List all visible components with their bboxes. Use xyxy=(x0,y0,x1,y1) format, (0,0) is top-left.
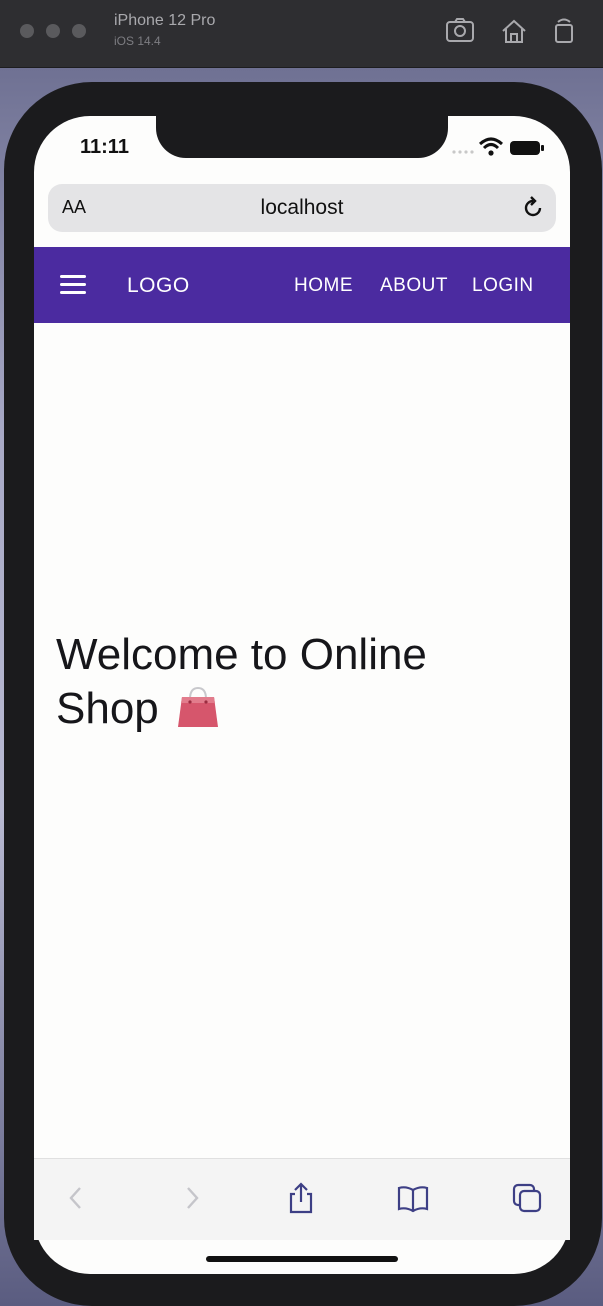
site-logo[interactable]: LOGO xyxy=(127,274,190,298)
address-bar[interactable]: AA localhost xyxy=(48,184,556,232)
simulator-title-bar: iPhone 12 Pro iOS 14.4 xyxy=(0,0,603,68)
menu-icon[interactable] xyxy=(60,274,86,296)
status-time: 11:11 xyxy=(80,136,129,158)
nav-link-about[interactable]: ABOUT xyxy=(380,275,448,297)
zoom-window-button[interactable] xyxy=(72,24,86,38)
battery-icon xyxy=(510,141,544,155)
nav-link-home[interactable]: HOME xyxy=(294,275,353,297)
reload-icon[interactable] xyxy=(520,195,546,221)
forward-icon[interactable] xyxy=(174,1181,208,1215)
nav-link-login[interactable]: LOGIN xyxy=(472,275,534,297)
signal-icon xyxy=(452,150,474,154)
home-icon[interactable] xyxy=(498,16,530,46)
simulator-os-version: iOS 14.4 xyxy=(114,34,161,48)
rotate-icon[interactable] xyxy=(548,16,580,46)
tabs-icon[interactable] xyxy=(510,1181,544,1215)
close-window-button[interactable] xyxy=(20,24,34,38)
shopping-bag-icon xyxy=(178,686,218,727)
back-icon[interactable] xyxy=(60,1181,94,1215)
screenshot-icon[interactable] xyxy=(444,16,476,46)
browser-toolbar xyxy=(34,1158,570,1240)
home-indicator[interactable] xyxy=(206,1256,398,1262)
hero-heading: Welcome to Online Shop xyxy=(56,628,496,736)
share-icon[interactable] xyxy=(284,1181,318,1215)
url-text: localhost xyxy=(260,196,344,219)
simulator-device-name: iPhone 12 Pro xyxy=(114,12,216,29)
bookmarks-icon[interactable] xyxy=(396,1181,430,1215)
wifi-icon xyxy=(478,137,504,156)
site-navbar: LOGO HOME ABOUT LOGIN xyxy=(34,247,570,323)
status-icons xyxy=(452,137,544,156)
minimize-window-button[interactable] xyxy=(46,24,60,38)
phone-notch xyxy=(156,116,448,158)
hero-title-text: Welcome to Online Shop xyxy=(56,630,427,733)
